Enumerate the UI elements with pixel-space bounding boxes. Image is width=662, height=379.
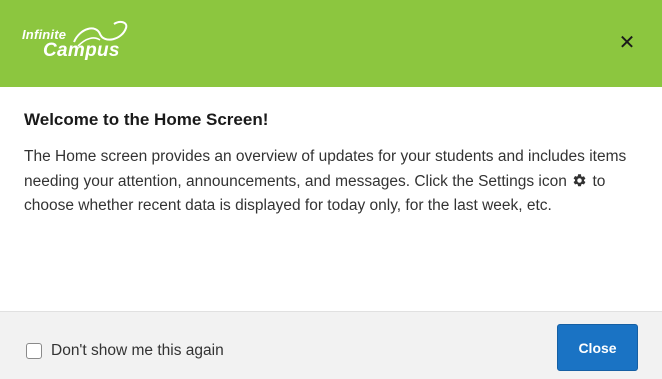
dialog-footer: Don't show me this again Close: [0, 311, 662, 379]
welcome-dialog: Infinite Campus ✕ Welcome to the Home Sc…: [0, 0, 662, 379]
dont-show-again-label[interactable]: Don't show me this again: [51, 342, 224, 360]
message-text-part1: The Home screen provides an overview of …: [24, 148, 627, 190]
dialog-message: The Home screen provides an overview of …: [24, 145, 644, 219]
dialog-body: Welcome to the Home Screen! The Home scr…: [24, 110, 644, 219]
close-x-button[interactable]: ✕: [616, 31, 638, 53]
dont-show-again-checkbox[interactable]: [26, 343, 42, 359]
dont-show-again-option[interactable]: Don't show me this again: [26, 342, 224, 360]
dialog-title: Welcome to the Home Screen!: [24, 110, 269, 129]
dialog-header: Infinite Campus ✕: [0, 0, 662, 87]
close-button[interactable]: Close: [557, 324, 638, 371]
logo-word-campus: Campus: [43, 40, 120, 61]
gear-icon: [573, 173, 586, 186]
infinite-campus-logo: Infinite Campus: [16, 18, 146, 68]
